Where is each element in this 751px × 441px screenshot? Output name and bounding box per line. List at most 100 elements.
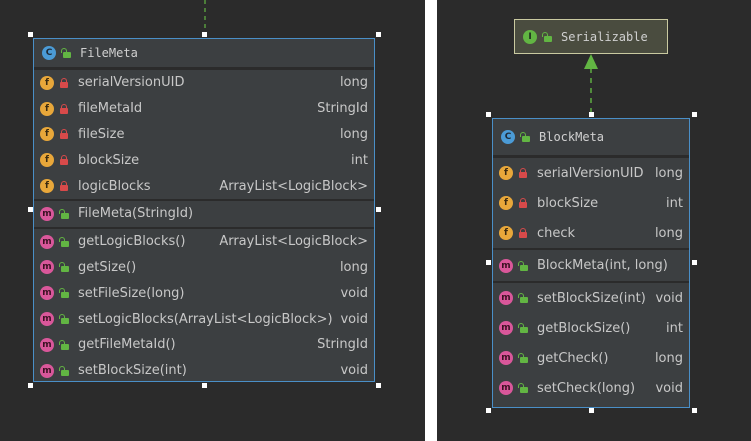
member-name: setBlockSize(int) [537, 290, 646, 306]
member-type: ArrayList<LogicBlock> [219, 178, 368, 194]
class-name: FileMeta [80, 46, 138, 60]
public-visibility-icon [58, 208, 70, 220]
member-type: long [654, 165, 683, 181]
member-type: ArrayList<LogicBlock> [219, 234, 368, 250]
resize-handle[interactable] [485, 111, 491, 117]
resize-handle[interactable] [375, 207, 381, 212]
method-icon: m [499, 321, 513, 335]
method-icon: m [40, 337, 54, 352]
resize-handle[interactable] [27, 31, 33, 37]
member-row[interactable]: m getFileMetaId() StringId [34, 332, 374, 358]
member-row[interactable]: m getSize() long [34, 255, 374, 281]
member-type: long [339, 75, 368, 91]
public-visibility-icon [60, 47, 72, 59]
member-name: getCheck() [537, 350, 609, 366]
resize-handle[interactable] [485, 407, 491, 413]
member-type: StringId [317, 337, 368, 353]
member-row[interactable]: f serialVersionUID long [34, 70, 374, 96]
member-row[interactable]: m getBlockSize() int [493, 313, 689, 343]
member-row[interactable]: m FileMeta(StringId) [34, 201, 374, 227]
resize-handle[interactable] [27, 207, 33, 212]
methods-section: m setBlockSize(int) void m getBlockSize() int… [493, 281, 689, 403]
private-lock-icon [517, 227, 529, 239]
fields-section: f serialVersionUID long f blockSize int f check… [493, 156, 689, 248]
member-name: getLogicBlocks() [78, 234, 186, 250]
member-row[interactable]: f blockSize int [493, 188, 689, 218]
fields-section: f serialVersionUID long f fileMetaId StringId… [34, 68, 374, 199]
member-name: getBlockSize() [537, 320, 631, 336]
member-type: StringId [317, 101, 368, 117]
member-row[interactable]: f fileMetaId StringId [34, 96, 374, 122]
member-name: serialVersionUID [78, 75, 185, 91]
member-type: void [340, 363, 368, 379]
member-row[interactable]: f check long [493, 218, 689, 248]
member-row[interactable]: m getLogicBlocks() ArrayList<LogicBlock> [34, 229, 374, 255]
methods-section: m getLogicBlocks() ArrayList<LogicBlock> m g… [34, 226, 374, 384]
blockmeta-class-header: C BlockMeta [493, 119, 689, 156]
public-visibility-icon [517, 292, 529, 304]
field-icon: f [499, 226, 513, 240]
private-lock-icon [58, 128, 70, 140]
member-row[interactable]: m setCheck(long) void [493, 373, 689, 403]
member-type: long [339, 126, 368, 142]
public-visibility-icon [58, 287, 70, 299]
member-name: BlockMeta(int, long) [537, 258, 668, 273]
method-icon: m [40, 312, 54, 327]
member-row[interactable]: f logicBlocks ArrayList<LogicBlock> [34, 173, 374, 199]
member-name: logicBlocks [78, 178, 151, 194]
member-name: setCheck(long) [537, 380, 636, 396]
member-name: FileMeta(StringId) [78, 206, 194, 222]
public-visibility-icon [519, 131, 531, 143]
resize-handle[interactable] [691, 111, 697, 117]
filemeta-class-node[interactable]: C FileMeta f serialVersionUID long f fileMet… [33, 38, 375, 382]
filemeta-class-header: C FileMeta [34, 39, 374, 68]
member-row[interactable]: m setFileSize(long) void [34, 280, 374, 306]
member-name: setLogicBlocks(ArrayList<LogicBlock>) [78, 311, 333, 327]
resize-handle[interactable] [691, 259, 697, 265]
member-row[interactable]: m setLogicBlocks(ArrayList<LogicBlock>) vo… [34, 306, 374, 332]
member-name: check [537, 225, 576, 241]
member-name: fileSize [78, 126, 125, 142]
field-icon: f [40, 153, 54, 168]
field-icon: f [499, 196, 513, 210]
method-icon: m [499, 258, 513, 273]
member-name: blockSize [78, 152, 140, 168]
resize-handle[interactable] [691, 407, 697, 413]
public-visibility-icon [58, 339, 70, 351]
private-lock-icon [517, 167, 529, 179]
member-row[interactable]: m getCheck() long [493, 343, 689, 373]
public-visibility-icon [517, 322, 529, 334]
private-lock-icon [517, 197, 529, 209]
method-icon: m [40, 260, 54, 275]
private-lock-icon [58, 154, 70, 166]
resize-handle[interactable] [375, 31, 381, 37]
member-row[interactable]: m BlockMeta(int, long) [493, 250, 689, 281]
method-icon: m [40, 206, 54, 221]
resize-handle[interactable] [375, 382, 381, 388]
resize-handle[interactable] [588, 111, 594, 117]
member-type: long [339, 259, 368, 275]
resize-handle[interactable] [201, 31, 207, 37]
resize-handle[interactable] [201, 382, 207, 388]
public-visibility-icon [517, 382, 529, 394]
serializable-interface-node[interactable]: I Serializable [514, 19, 668, 54]
blockmeta-class-node[interactable]: C BlockMeta f serialVersionUID long f blockS… [492, 118, 690, 408]
member-row[interactable]: f fileSize long [34, 122, 374, 148]
resize-handle[interactable] [27, 382, 33, 388]
public-visibility-icon [517, 260, 529, 272]
member-type: void [340, 311, 368, 327]
field-icon: f [40, 127, 54, 142]
public-visibility-icon [58, 236, 70, 248]
member-name: setBlockSize(int) [78, 363, 187, 379]
private-lock-icon [58, 180, 70, 192]
member-row[interactable]: m setBlockSize(int) void [34, 358, 374, 384]
member-row[interactable]: m setBlockSize(int) void [493, 283, 689, 313]
member-row[interactable]: f blockSize int [34, 147, 374, 173]
resize-handle[interactable] [485, 259, 491, 265]
member-type: int [666, 195, 683, 211]
member-row[interactable]: f serialVersionUID long [493, 158, 689, 188]
member-type: int [666, 320, 683, 336]
static-field-icon: f [40, 75, 54, 90]
resize-handle[interactable] [588, 407, 594, 413]
method-icon: m [499, 381, 513, 395]
